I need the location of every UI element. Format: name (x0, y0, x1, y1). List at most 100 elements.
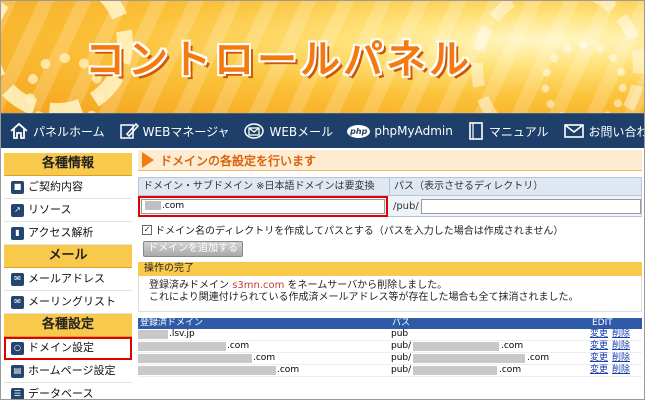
domain-text: .com (253, 353, 276, 363)
change-link[interactable]: 変更 (590, 329, 608, 340)
form-input-row: .com /pub/ (138, 195, 642, 217)
create-directory-checkbox[interactable]: ✓ (142, 224, 152, 235)
nav-label: phpMyAdmin (374, 124, 453, 138)
path-cell: pub/ .com (391, 365, 590, 376)
sidebar-item-contract[interactable]: ■ ご契約内容 (4, 176, 132, 199)
database-icon: ☰ (11, 387, 24, 399)
path-header: パス (392, 318, 411, 328)
redacted-text (138, 330, 168, 339)
redacted-text (413, 342, 499, 351)
sidebar-item-label: データベース (28, 387, 94, 400)
table-row: .com pub/ .com 変更 削除 (138, 341, 642, 353)
domain-input[interactable]: .com (138, 195, 388, 217)
nav-label: マニュアル (488, 124, 549, 139)
nav-phpmyadmin[interactable]: php phpMyAdmin (339, 114, 459, 148)
table-row: .lsv.jp pub 変更 削除 (138, 329, 642, 341)
edit-icon (119, 122, 139, 139)
message-line-1: 登録済みドメイン s3mn.com をネームサーバから削除しました。 (149, 280, 631, 292)
domain-column-header: ドメイン・サブドメイン ※日本語ドメインは要変換 (139, 178, 390, 195)
mail-icon: ✉ (11, 272, 24, 286)
sidebar-item-mail-address[interactable]: ✉ メールアドレス (4, 268, 132, 291)
envelope-icon (563, 124, 584, 138)
path-text: pub/ (391, 365, 412, 375)
edit-cell: 変更 削除 (590, 341, 630, 352)
sidebar-item-label: リソース (28, 203, 72, 216)
redacted-text (138, 354, 252, 363)
globe-icon: ○ (11, 341, 24, 355)
redacted-text (138, 366, 276, 375)
domain-header: 登録済ドメイン (140, 318, 204, 328)
bar-chart-icon: ▮ (11, 226, 24, 240)
message-line-2: これにより関連付けられている作成済メールアドレス等が存在した場合も全て抹消されま… (149, 292, 579, 303)
delete-link[interactable]: 削除 (612, 329, 630, 340)
create-directory-option: ✓ ドメイン名のディレクトリを作成してパスとする（パスを入力した場合は作成されま… (138, 222, 642, 237)
path-input[interactable] (420, 198, 641, 214)
path-text: pub (391, 329, 409, 339)
sidebar-item-database[interactable]: ☰ データベース (4, 383, 132, 400)
operation-complete-message: 登録済みドメイン s3mn.com をネームサーバから削除しました。 これにより… (138, 276, 642, 312)
nav-contact[interactable]: お問い合わせ (555, 114, 644, 148)
delete-link[interactable]: 削除 (612, 365, 630, 376)
delete-link[interactable]: 削除 (612, 341, 630, 352)
sidebar-item-access-analysis[interactable]: ▮ アクセス解析 (4, 222, 132, 245)
main-content: ドメインの各設定を行います ドメイン・サブドメイン ※日本語ドメインは要変換 パ… (138, 150, 642, 377)
path-suffix: .com (527, 353, 550, 363)
book-icon (469, 122, 483, 140)
domain-text: .lsv.jp (169, 329, 195, 339)
nav-label: WEBメール (269, 124, 334, 139)
path-prefix: /pub/ (392, 200, 419, 212)
domain-input-value: .com (162, 200, 185, 211)
redacted-text (413, 354, 525, 363)
table-header: 登録済ドメイン パス EDIT (138, 318, 642, 329)
nav-label: パネルホーム (33, 124, 105, 139)
form-header: ドメイン・サブドメイン ※日本語ドメインは要変換 パス（表示させるディレクトリ） (138, 177, 642, 196)
nav-panel-home[interactable]: パネルホーム (1, 114, 111, 148)
sidebar-heading-settings: 各種設定 (4, 314, 132, 337)
change-link[interactable]: 変更 (590, 365, 608, 376)
sidebar-item-resources[interactable]: ↗ リソース (4, 199, 132, 222)
sidebar-item-label: ドメイン設定 (28, 341, 94, 354)
mailing-list-icon: ✉ (11, 295, 24, 309)
change-link[interactable]: 変更 (590, 341, 608, 352)
checkbox-label: ドメイン名のディレクトリを作成してパスとする（パスを入力した場合は作成されません… (155, 226, 564, 237)
message-prefix: 登録済みドメイン (149, 280, 233, 291)
redacted-text (413, 366, 497, 375)
sidebar-item-label: アクセス解析 (28, 226, 94, 239)
nav-web-manager[interactable]: WEBマネージャ (111, 114, 236, 148)
user-icon: ■ (11, 180, 24, 194)
page-title-bar: ドメインの各設定を行います (138, 150, 642, 171)
deleted-domain: s3mn.com (232, 280, 285, 291)
edit-cell: 変更 削除 (590, 365, 630, 376)
sidebar-item-label: ホームページ設定 (28, 364, 116, 377)
sidebar-item-mailing-list[interactable]: ✉ メーリングリスト (4, 291, 132, 314)
page-title: ドメインの各設定を行います (160, 153, 317, 168)
mail-globe-icon (244, 123, 265, 139)
sidebar-item-label: ご契約内容 (28, 180, 83, 193)
path-text: pub/ (391, 341, 412, 351)
domain-text: .com (227, 341, 250, 351)
path-column-header: パス（表示させるディレクトリ） (394, 181, 544, 192)
redacted-text (138, 342, 226, 351)
nav-web-mail[interactable]: WEBメール (235, 114, 339, 148)
delete-link[interactable]: 削除 (612, 353, 630, 364)
path-cell: pub/ .com (391, 353, 590, 364)
sidebar-item-label: メーリングリスト (28, 295, 116, 308)
sidebar-heading-mail: メール (4, 245, 132, 268)
banner-title: コントロールパネル (85, 37, 472, 83)
sidebar: 各種情報 ■ ご契約内容 ↗ リソース ▮ アクセス解析 メール ✉ メールアド… (4, 153, 132, 400)
sidebar-item-domain-settings[interactable]: ○ ドメイン設定 (4, 337, 132, 360)
add-domain-button[interactable]: ドメインを追加する (143, 241, 243, 257)
nav-label: WEBマネージャ (142, 124, 230, 139)
change-link[interactable]: 変更 (590, 353, 608, 364)
app-window: コントロールパネル パネルホーム WEBマネージャ WEBメール php php… (0, 0, 645, 400)
registered-domain-table: 登録済ドメイン パス EDIT .lsv.jp pub 変更 削除 .com pu… (138, 318, 642, 377)
header-banner: コントロールパネル (1, 1, 644, 113)
nav-manual[interactable]: マニュアル (459, 114, 555, 148)
sidebar-item-homepage-settings[interactable]: ▤ ホームページ設定 (4, 360, 132, 383)
domain-text: .com (277, 365, 300, 375)
path-suffix: .com (499, 365, 522, 375)
domain-cell: .com (138, 341, 391, 352)
edit-cell: 変更 削除 (590, 353, 630, 364)
table-row: .com pub/ .com 変更 削除 (138, 365, 642, 377)
operation-complete-header: 操作の完了 (138, 262, 642, 276)
